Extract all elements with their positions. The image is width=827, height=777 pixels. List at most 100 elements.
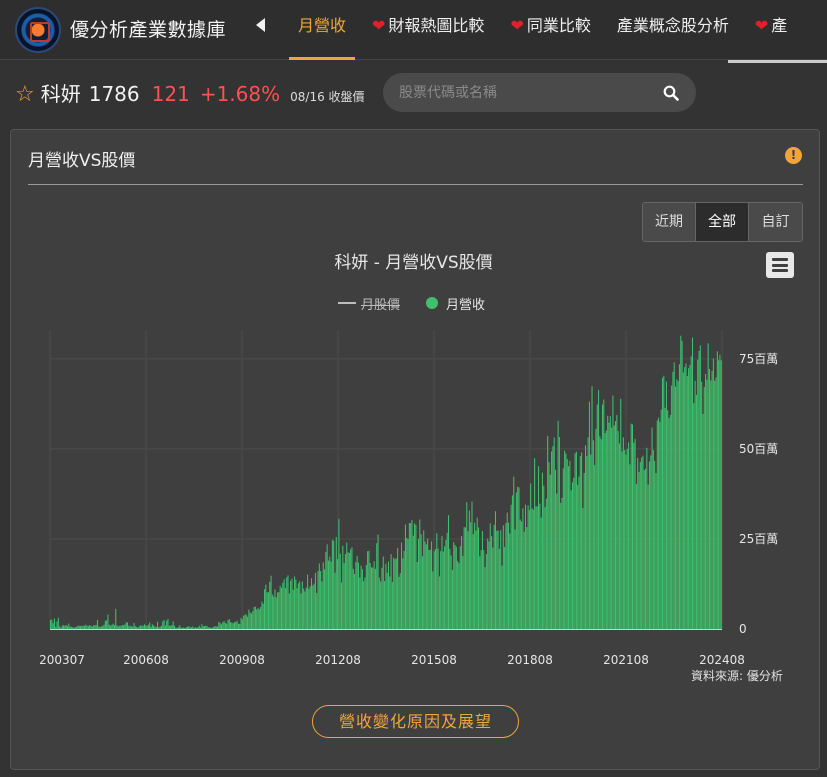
revenue-bar <box>511 495 513 629</box>
revenue-bar <box>322 562 324 629</box>
revenue-bar <box>303 588 305 629</box>
revenue-bar <box>235 621 237 629</box>
revenue-bar <box>384 581 386 629</box>
revenue-bar <box>483 550 485 629</box>
revenue-bar <box>146 625 148 629</box>
revenue-bar <box>130 626 132 629</box>
revenue-bar <box>291 578 293 629</box>
revenue-bar <box>168 625 170 629</box>
revenue-bar <box>287 575 289 629</box>
revenue-bar <box>547 435 549 629</box>
y-tick-label: 75百萬 <box>739 352 778 366</box>
revenue-bar <box>648 461 650 629</box>
revenue-bar <box>357 562 360 629</box>
revenue-bar <box>224 622 226 629</box>
revenue-bar <box>93 625 95 629</box>
revenue-bar <box>536 506 538 629</box>
revenue-bar <box>219 622 221 629</box>
revenue-bar <box>340 582 343 629</box>
revenue-bar <box>312 585 314 629</box>
revenue-bar <box>227 619 229 629</box>
revenue-bar <box>271 594 273 629</box>
x-tick-label: 202408 <box>699 653 745 667</box>
revenue-bar <box>404 524 406 629</box>
revenue-bar <box>582 507 584 629</box>
revenue-bar <box>373 561 375 629</box>
revenue-bar <box>147 624 149 629</box>
revenue-bar <box>504 546 506 629</box>
revenue-bar <box>513 476 515 629</box>
revenue-bar <box>167 618 169 629</box>
revenue-bar <box>397 547 399 629</box>
revenue-bar <box>454 545 456 629</box>
revenue-bar <box>609 416 611 629</box>
revenue-bar <box>393 557 395 629</box>
revenue-bar <box>655 473 657 629</box>
revenue-reason-button[interactable]: 營收變化原因及展望 <box>312 705 519 738</box>
revenue-bar <box>369 563 371 629</box>
revenue-bar <box>125 622 127 629</box>
revenue-bar <box>347 552 349 629</box>
revenue-bar <box>695 394 697 629</box>
revenue-bar <box>629 464 631 629</box>
revenue-bar <box>446 532 448 629</box>
revenue-bar <box>583 473 585 629</box>
revenue-bar <box>266 592 268 629</box>
revenue-bar <box>701 381 703 629</box>
revenue-bar <box>428 550 430 629</box>
revenue-bar <box>522 508 524 629</box>
revenue-bar <box>241 619 243 629</box>
revenue-bar <box>523 531 525 629</box>
revenue-bar <box>577 484 579 629</box>
revenue-bar <box>162 621 164 629</box>
revenue-bar <box>411 520 413 629</box>
revenue-bar <box>159 626 161 629</box>
revenue-bar <box>650 455 652 629</box>
revenue-bar <box>493 524 495 629</box>
revenue-bar <box>96 619 99 629</box>
revenue-bar <box>51 619 53 629</box>
revenue-bar <box>658 417 660 629</box>
revenue-bar <box>355 561 357 629</box>
revenue-bar <box>102 625 104 629</box>
revenue-bar <box>423 530 425 629</box>
revenue-bar <box>335 537 337 629</box>
revenue-bar <box>140 625 142 629</box>
revenue-bar <box>133 622 135 629</box>
revenue-bar <box>408 523 410 629</box>
revenue-bar <box>77 625 79 629</box>
revenue-bar <box>564 450 566 629</box>
revenue-bar <box>307 574 309 629</box>
revenue-bar <box>403 550 405 629</box>
revenue-bar <box>573 477 575 629</box>
revenue-bar <box>70 626 72 629</box>
revenue-bar <box>449 548 451 629</box>
revenue-bar <box>363 581 365 629</box>
x-tick-label: 201808 <box>507 653 553 667</box>
revenue-bar <box>153 625 155 629</box>
revenue-bar <box>342 545 344 629</box>
revenue-bar <box>76 626 78 629</box>
revenue-bar <box>664 407 666 629</box>
revenue-bar <box>173 625 176 629</box>
revenue-bar <box>410 523 412 629</box>
revenue-bar <box>505 523 507 629</box>
revenue-bar <box>360 565 362 629</box>
revenue-bar <box>194 627 196 629</box>
revenue-bar <box>401 542 403 629</box>
revenue-bar <box>338 518 340 629</box>
revenue-bar <box>528 510 530 629</box>
revenue-bar <box>220 624 222 629</box>
revenue-bar <box>492 547 494 629</box>
revenue-bar <box>180 627 182 629</box>
revenue-bar <box>498 548 500 629</box>
revenue-bar <box>117 626 119 629</box>
revenue-bar <box>646 447 648 629</box>
revenue-bar <box>55 626 57 629</box>
revenue-bar <box>359 577 361 629</box>
revenue-bar <box>433 551 435 629</box>
revenue-bar <box>95 625 97 629</box>
revenue-bar <box>107 614 109 629</box>
revenue-bar <box>599 436 601 629</box>
revenue-bar <box>436 533 438 629</box>
